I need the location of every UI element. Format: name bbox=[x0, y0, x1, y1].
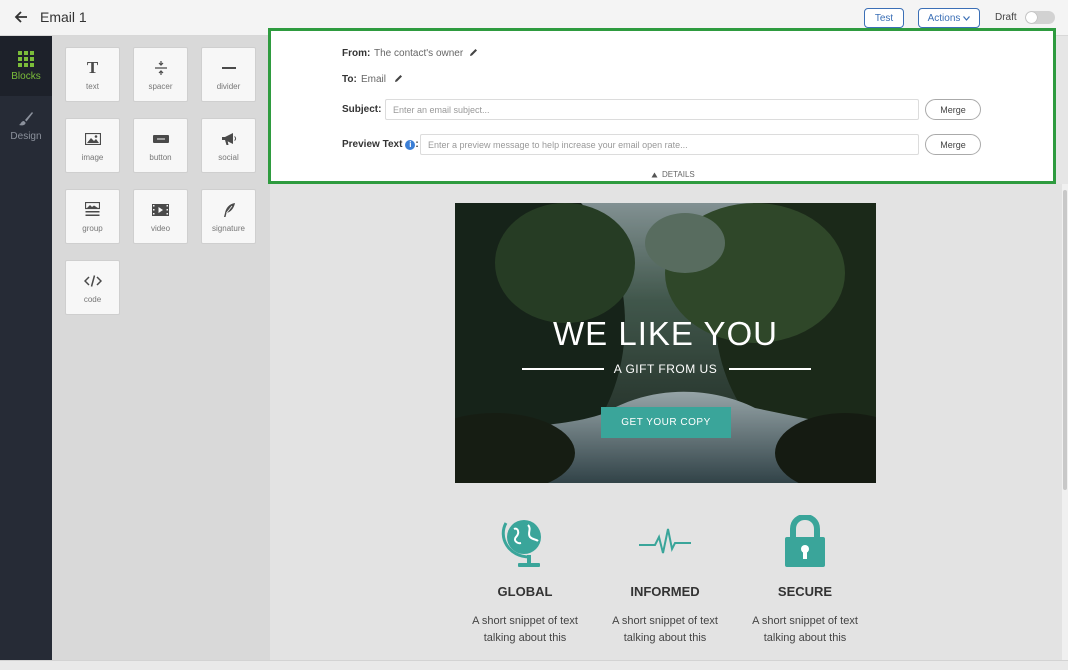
get-your-copy-button[interactable]: GET YOUR COPY bbox=[601, 407, 731, 438]
block-text[interactable]: T text bbox=[65, 47, 120, 102]
draft-label: Draft bbox=[995, 12, 1017, 23]
actions-button[interactable]: Actions bbox=[918, 8, 980, 28]
code-icon bbox=[83, 272, 102, 290]
hero-button-label: GET YOUR COPY bbox=[621, 417, 711, 428]
nav-blocks[interactable]: Blocks bbox=[0, 36, 52, 96]
block-label: signature bbox=[212, 223, 245, 233]
subject-input[interactable] bbox=[385, 99, 919, 120]
block-button[interactable]: button bbox=[133, 118, 188, 173]
megaphone-icon bbox=[221, 130, 237, 148]
subject-label: Subject: bbox=[342, 104, 382, 115]
feature-title: GLOBAL bbox=[497, 584, 553, 599]
edit-to-pencil-icon[interactable] bbox=[394, 74, 403, 83]
globe-icon bbox=[455, 512, 595, 572]
from-label: From: bbox=[342, 48, 371, 59]
block-divider[interactable]: divider bbox=[201, 47, 256, 102]
test-button[interactable]: Test bbox=[864, 8, 904, 28]
footer-strip bbox=[0, 660, 1068, 670]
info-icon[interactable]: i bbox=[405, 139, 416, 150]
edit-from-pencil-icon[interactable] bbox=[469, 48, 478, 57]
block-group[interactable]: group bbox=[65, 189, 120, 244]
feature-text: A short snippet of text talking about th… bbox=[472, 615, 578, 644]
to-value: Email bbox=[361, 74, 387, 85]
preview-text-label-text: Preview Text bbox=[342, 139, 403, 150]
back-arrow-icon[interactable] bbox=[12, 8, 30, 26]
feather-icon bbox=[222, 201, 236, 219]
block-social[interactable]: social bbox=[201, 118, 256, 173]
scrollbar-thumb[interactable] bbox=[1063, 190, 1067, 490]
preview-merge-button[interactable]: Merge bbox=[925, 134, 981, 155]
image-icon bbox=[84, 130, 101, 148]
block-signature[interactable]: signature bbox=[201, 189, 256, 244]
side-nav: Blocks Design bbox=[0, 36, 52, 660]
feature-title: INFORMED bbox=[630, 584, 700, 599]
block-label: image bbox=[81, 152, 104, 162]
nav-design-label: Design bbox=[10, 130, 42, 142]
email-title: Email 1 bbox=[40, 9, 87, 25]
feature-global[interactable]: GLOBAL A short snippet of text talking a… bbox=[455, 512, 595, 647]
block-image[interactable]: image bbox=[65, 118, 120, 173]
text-icon: T bbox=[86, 57, 99, 77]
details-label: DETAILS bbox=[662, 170, 695, 179]
hero-title: WE LIKE YOU bbox=[553, 315, 778, 352]
preview-text-input[interactable] bbox=[420, 134, 919, 155]
feature-secure[interactable]: SECURE A short snippet of text talking a… bbox=[735, 512, 875, 647]
block-label: divider bbox=[216, 81, 241, 91]
merge-label: Merge bbox=[940, 139, 966, 150]
block-label: code bbox=[83, 294, 102, 304]
block-label: text bbox=[86, 81, 99, 91]
video-icon bbox=[152, 201, 169, 219]
chevron-down-icon bbox=[963, 15, 971, 21]
block-label: spacer bbox=[148, 81, 173, 91]
paintbrush-icon bbox=[19, 111, 33, 125]
toggle-knob bbox=[1026, 12, 1037, 23]
feature-text: A short snippet of text talking about th… bbox=[752, 615, 858, 644]
block-spacer[interactable]: spacer bbox=[133, 47, 188, 102]
button-icon bbox=[152, 130, 169, 148]
details-toggle[interactable]: DETAILS bbox=[651, 170, 695, 179]
email-settings-panel: From: The contact's owner To: Email Subj… bbox=[268, 28, 1056, 184]
hero-subtitle: A GIFT FROM US bbox=[613, 362, 718, 376]
heartbeat-icon bbox=[595, 512, 735, 572]
divider-icon bbox=[221, 59, 236, 77]
block-video[interactable]: video bbox=[133, 189, 188, 244]
block-label: group bbox=[82, 223, 103, 233]
block-label: video bbox=[150, 223, 171, 233]
publish-toggle[interactable] bbox=[1025, 11, 1055, 24]
nav-design[interactable]: Design bbox=[0, 96, 52, 156]
lock-icon bbox=[735, 512, 875, 572]
hero-divider-right bbox=[729, 368, 811, 370]
test-button-label: Test bbox=[874, 12, 894, 24]
block-code[interactable]: code bbox=[65, 260, 120, 315]
spacer-icon bbox=[154, 59, 168, 77]
feature-informed[interactable]: INFORMED A short snippet of text talking… bbox=[595, 512, 735, 647]
nav-blocks-label: Blocks bbox=[11, 70, 41, 82]
feature-text: A short snippet of text talking about th… bbox=[612, 615, 718, 644]
feature-title: SECURE bbox=[777, 584, 833, 599]
actions-button-label: Actions bbox=[927, 12, 961, 24]
preview-text-label: Preview Text i : bbox=[342, 139, 419, 150]
chevron-up-icon bbox=[651, 172, 658, 177]
subject-merge-button[interactable]: Merge bbox=[925, 99, 981, 120]
from-value: The contact's owner bbox=[374, 48, 464, 59]
preview-colon: : bbox=[415, 139, 419, 150]
merge-label: Merge bbox=[940, 104, 966, 115]
block-label: social bbox=[218, 152, 239, 162]
group-icon bbox=[85, 201, 100, 219]
block-label: button bbox=[149, 152, 172, 162]
grid-icon bbox=[18, 50, 34, 67]
to-label: To: bbox=[342, 74, 357, 85]
